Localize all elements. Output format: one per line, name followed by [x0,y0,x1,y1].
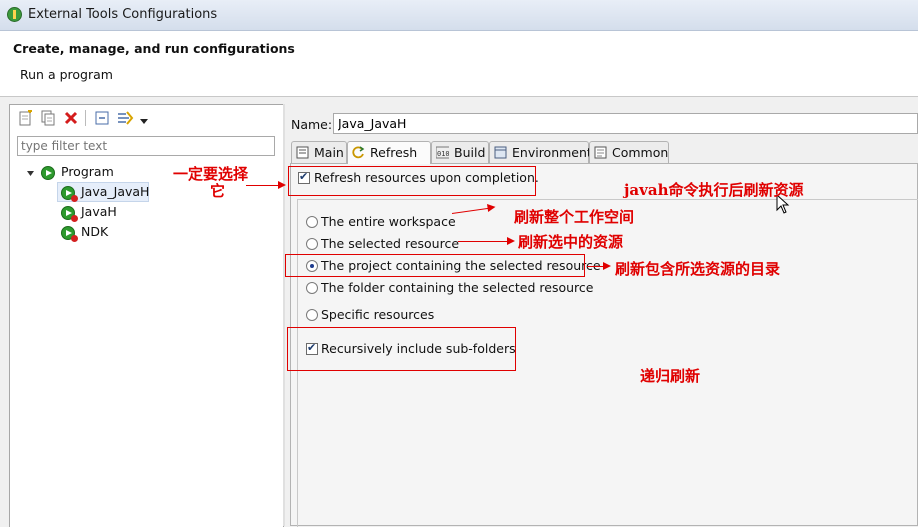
pane-sash[interactable] [283,104,285,526]
annotation-arrow-refresh [246,181,286,189]
environment-icon [494,146,507,159]
dropdown-icon[interactable] [140,114,148,128]
annotation-recursive: 递归刷新 [640,367,701,385]
dialog-header: Create, manage, and run configurations R… [0,31,918,97]
radio-selected-resource-label: The selected resource [321,236,460,251]
refresh-icon [352,146,365,159]
header-subtitle: Run a program [20,67,113,82]
name-input[interactable] [333,113,918,134]
tab-main[interactable]: Main [291,141,347,163]
eclipse-app-icon [7,7,22,22]
tree-item-javah[interactable]: JavaH [81,202,117,222]
radio-entire-workspace[interactable] [306,216,318,228]
collapse-all-icon[interactable] [94,110,110,126]
header-title: Create, manage, and run configurations [13,41,295,56]
new-config-icon[interactable] [17,109,33,126]
radio-folder-containing[interactable] [306,282,318,294]
annotation-project: 刷新包含所选资源的目录 [615,260,781,278]
annotation-workspace: 刷新整个工作空间 [514,208,635,226]
name-label: Name: [291,117,333,132]
duplicate-icon[interactable] [40,110,56,126]
tab-environment[interactable]: Environment [489,141,592,163]
tab-build[interactable]: 010 Build [431,141,489,163]
tab-build-label: Build [454,145,486,160]
external-tool-icon [61,226,78,242]
radio-folder-containing-label: The folder containing the selected resou… [321,280,594,295]
annotation-javah: javah命令执行后刷新资源 [624,181,804,199]
external-tool-icon [61,206,78,222]
tab-main-label: Main [314,145,344,160]
annotation-must-select-2: 它 [210,182,226,200]
tree-toggle-icon[interactable] [27,163,35,183]
window-title-bar[interactable]: External Tools Configurations [0,0,918,31]
tree-item-ndk[interactable]: NDK [81,222,108,242]
tab-common-label: Common [612,145,669,160]
tab-refresh-label: Refresh [370,145,418,160]
tree-category-program[interactable]: Program [61,162,114,182]
radio-specific-resources-label: Specific resources [321,307,435,322]
radio-specific-resources[interactable] [306,309,318,321]
window-title: External Tools Configurations [28,7,218,22]
tab-environment-label: Environment [512,145,592,160]
tab-common[interactable]: Common [589,141,669,163]
annotation-box-project [285,254,585,277]
program-category-icon [41,166,55,180]
annotation-box-recursive [287,327,516,371]
build-icon: 010 [436,146,449,159]
annotation-box-refresh [288,166,536,196]
svg-text:010: 010 [437,150,449,158]
filter-icon[interactable] [117,110,134,126]
radio-selected-resource[interactable] [306,238,318,250]
tab-refresh[interactable]: Refresh [347,141,431,164]
common-icon [594,146,607,159]
annotation-arrow-project [587,262,611,270]
main-tab-icon [296,146,309,159]
annotation-selected: 刷新选中的资源 [518,233,624,251]
toolbar-separator [85,110,86,126]
radio-entire-workspace-label: The entire workspace [321,214,456,229]
delete-icon[interactable] [63,110,79,126]
filter-input[interactable] [17,136,275,156]
external-tool-icon [61,186,78,202]
annotation-arrow-selected [458,237,515,245]
tree-item-java-javah[interactable]: Java_JavaH [81,182,149,202]
